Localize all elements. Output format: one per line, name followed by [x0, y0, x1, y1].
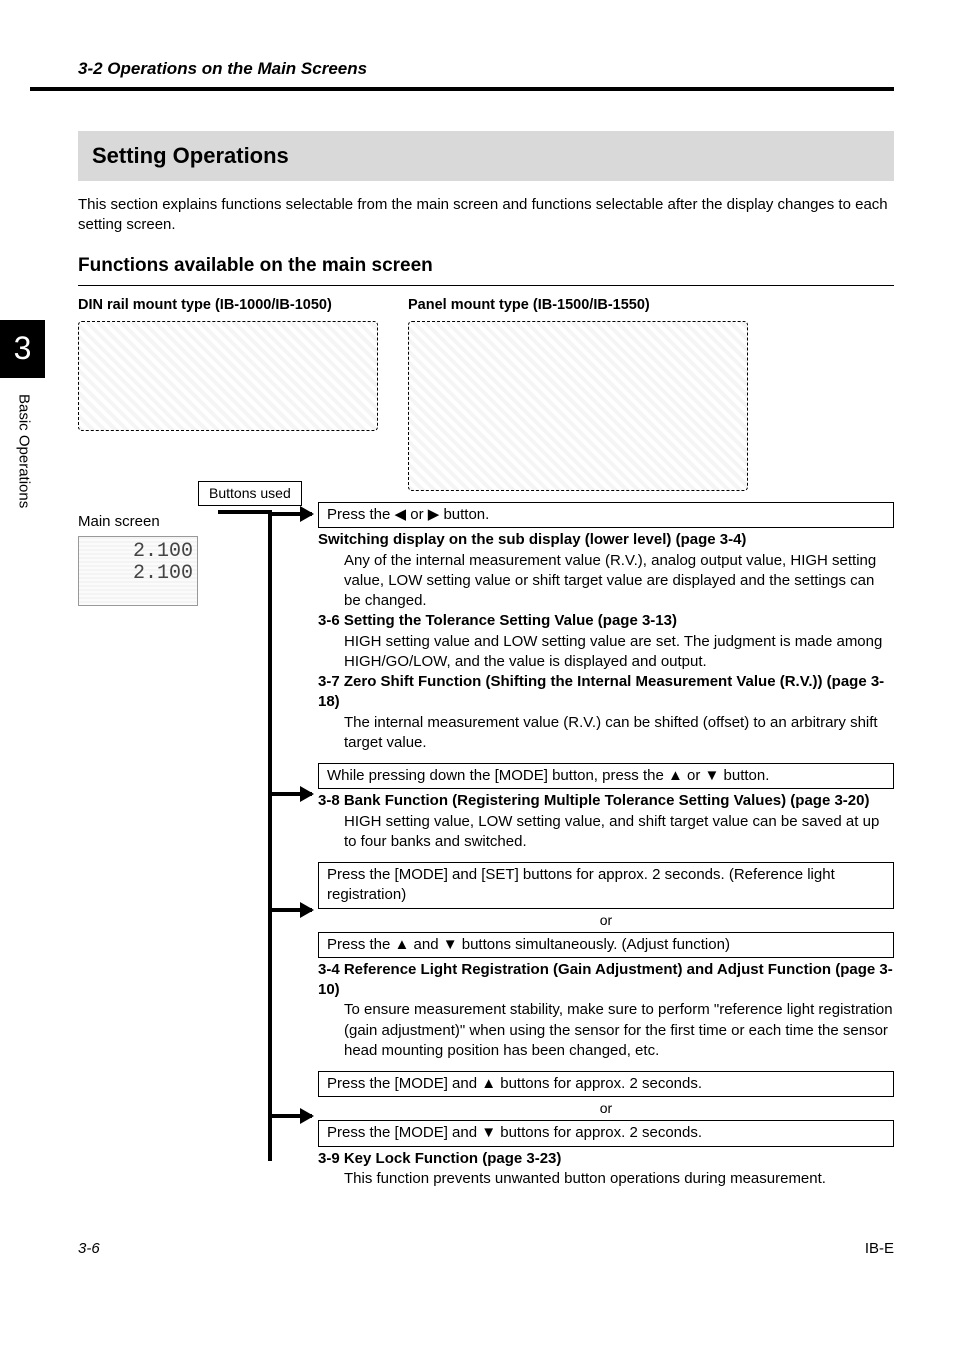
flow-connector [218, 510, 272, 514]
main-screen-lcd: 2.100 2.100 [78, 536, 198, 606]
action-box: Press the ▲ and ▼ buttons simultaneously… [318, 932, 894, 958]
flow-trunk [268, 514, 272, 1161]
action-box: Press the ◀ or ▶ button. [318, 502, 894, 528]
desc-body: HIGH setting value and LOW setting value… [318, 632, 894, 673]
desc-body: To ensure measurement stability, make su… [318, 1000, 894, 1061]
chapter-label: Basic Operations [0, 378, 33, 508]
lcd-value-top: 2.100 [83, 541, 193, 563]
flow-arrow [268, 908, 312, 912]
desc-body: The internal measurement value (R.V.) ca… [318, 713, 894, 754]
action-box: Press the [MODE] and ▼ buttons for appro… [318, 1120, 894, 1146]
flow-arrow [268, 1114, 312, 1118]
page-number: 3-6 [78, 1239, 100, 1259]
page-title: Setting Operations [78, 131, 894, 181]
desc-title: 3-6 Setting the Tolerance Setting Value … [318, 611, 894, 631]
action-box: Press the [MODE] and [SET] buttons for a… [318, 862, 894, 909]
desc-title: 3-7 Zero Shift Function (Shifting the In… [318, 672, 894, 713]
or-label: or [318, 911, 894, 930]
action-box: Press the [MODE] and ▲ buttons for appro… [318, 1071, 894, 1097]
chapter-tab: 3 Basic Operations [0, 320, 45, 600]
panel-mount-device-illustration [408, 321, 748, 491]
desc-title: 3-9 Key Lock Function (page 3-23) [318, 1149, 894, 1169]
subheading: Functions available on the main screen [78, 253, 894, 286]
desc-body: HIGH setting value, LOW setting value, a… [318, 812, 894, 853]
lcd-value-bottom: 2.100 [83, 563, 193, 585]
doc-id: IB-E [865, 1239, 894, 1259]
desc-title: Switching display on the sub display (lo… [318, 530, 894, 550]
din-rail-device-illustration [78, 321, 378, 431]
desc-title: 3-4 Reference Light Registration (Gain A… [318, 960, 894, 1001]
col-b-heading: Panel mount type (IB-1500/IB-1550) [408, 296, 748, 316]
flow-arrow [268, 512, 312, 516]
desc-body: This function prevents unwanted button o… [318, 1169, 894, 1189]
flow-arrow [268, 792, 312, 796]
chapter-number: 3 [0, 320, 45, 378]
desc-body: Any of the internal measurement value (R… [318, 551, 894, 612]
main-screen-label: Main screen [78, 512, 258, 532]
action-box: While pressing down the [MODE] button, p… [318, 763, 894, 789]
or-label: or [318, 1099, 894, 1118]
intro-text: This section explains functions selectab… [78, 195, 894, 236]
section-header: 3-2 Operations on the Main Screens [30, 58, 894, 81]
col-a-heading: DIN rail mount type (IB-1000/IB-1050) [78, 296, 378, 316]
desc-title: 3-8 Bank Function (Registering Multiple … [318, 791, 894, 811]
